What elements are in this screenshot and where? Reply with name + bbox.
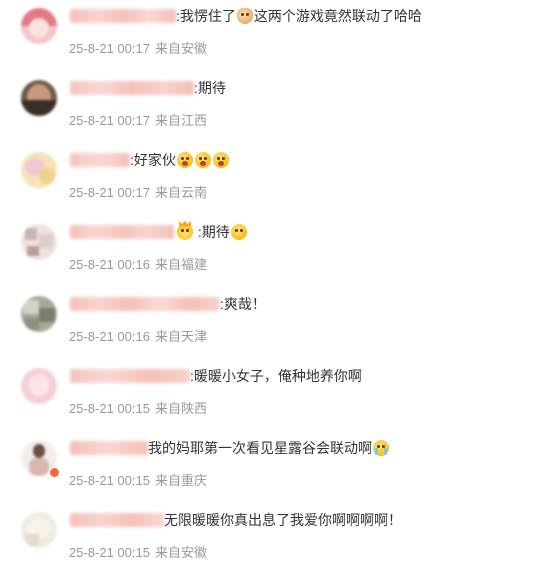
comment-text: 我的妈耶第一次看见星露谷会联动啊 (148, 438, 390, 458)
comment-item: 我的妈耶第一次看见星露谷会联动啊 25-8-21 00:15 来自重庆 (0, 440, 553, 500)
comment-item: :我愣住了 这两个游戏竟然联动了哈哈 25-8-21 00:17 来自安徽 (0, 8, 553, 68)
comment-text-part: 无限暖暖你真出息了我爱你啊啊啊啊！ (164, 512, 402, 528)
hug-face-emoji-icon (230, 224, 247, 240)
comment-text-part: :爽哉！ (220, 296, 266, 312)
comment-time: 25-8-21 00:17 (69, 113, 150, 128)
comment-location: 来自安徽 (154, 545, 207, 560)
user-level-badge (49, 467, 60, 478)
comment-text-part: :期待 (194, 224, 230, 240)
username-blurred[interactable] (70, 81, 194, 95)
comment-text-part: :暖暖小女子，俺种地养你啊 (190, 368, 362, 384)
comment-time: 25-8-21 00:15 (69, 401, 150, 416)
shocked-face-emoji-icon (176, 152, 193, 168)
comment-time: 25-8-21 00:15 (69, 473, 150, 488)
avatar[interactable] (21, 80, 57, 116)
comment-location: 来自福建 (154, 257, 207, 272)
avatar[interactable] (21, 512, 57, 548)
comment-time: 25-8-21 00:17 (69, 185, 150, 200)
comment-time: 25-8-21 00:17 (69, 41, 150, 56)
comment-meta: 25-8-21 00:16 来自天津 (69, 328, 207, 346)
shocked-face-emoji-icon (194, 152, 211, 168)
comment-text-part: :我愣住了 (176, 8, 236, 24)
comment-meta: 25-8-21 00:17 来自安徽 (69, 40, 207, 58)
comment-location: 来自陕西 (154, 401, 207, 416)
comment-location: 来自云南 (154, 185, 207, 200)
comment-meta: 25-8-21 00:17 来自云南 (69, 184, 207, 202)
username-blurred[interactable] (70, 369, 190, 383)
username-blurred[interactable] (70, 441, 148, 455)
comment-item: :期待 25-8-21 00:16 来自福建 (0, 224, 553, 284)
comment-location: 来自天津 (154, 329, 207, 344)
username-blurred[interactable] (70, 297, 220, 311)
comment-item: :好家伙 25-8-21 00:17 来自云南 (0, 152, 553, 212)
avatar[interactable] (21, 224, 57, 260)
avatar[interactable] (21, 152, 57, 188)
comment-meta: 25-8-21 00:17 来自江西 (69, 112, 207, 130)
comment-location: 来自重庆 (154, 473, 207, 488)
dog-face-emoji-icon (236, 8, 253, 24)
username-blurred[interactable] (70, 153, 130, 167)
comment-text-part: 这两个游戏竟然联动了哈哈 (253, 8, 422, 24)
avatar[interactable] (21, 8, 57, 44)
comment-text-part: :期待 (194, 80, 226, 96)
comment-time: 25-8-21 00:15 (69, 545, 150, 560)
comment-list: :我愣住了 这两个游戏竟然联动了哈哈 25-8-21 00:17 来自安徽 :期待 … (0, 0, 553, 568)
comment-meta: 25-8-21 00:15 来自陕西 (69, 400, 207, 418)
comment-item: :期待 25-8-21 00:17 来自江西 (0, 80, 553, 140)
username-blurred[interactable] (70, 9, 176, 23)
comment-meta: 25-8-21 00:16 来自福建 (69, 256, 207, 274)
comment-meta: 25-8-21 00:15 来自重庆 (69, 472, 207, 490)
comment-location: 来自江西 (154, 113, 207, 128)
comment-text: :暖暖小女子，俺种地养你啊 (190, 366, 362, 386)
comment-text: :我愣住了 这两个游戏竟然联动了哈哈 (176, 6, 422, 26)
comment-item: :暖暖小女子，俺种地养你啊 25-8-21 00:15 来自陕西 (0, 368, 553, 428)
shocked-face-emoji-icon (212, 152, 229, 168)
comment-text: :好家伙 (130, 150, 230, 170)
crying-face-emoji-icon (373, 440, 389, 456)
comment-text-part: 我的妈耶第一次看见星露谷会联动啊 (148, 440, 372, 456)
comment-item: 无限暖暖你真出息了我爱你啊啊啊啊！ 25-8-21 00:15 来自安徽 (0, 512, 553, 572)
comment-item: :爽哉！ 25-8-21 00:16 来自天津 (0, 296, 553, 356)
comment-text: 无限暖暖你真出息了我爱你啊啊啊啊！ (164, 510, 402, 530)
comment-location: 来自安徽 (154, 41, 207, 56)
username-blurred[interactable] (70, 225, 174, 239)
comment-time: 25-8-21 00:16 (69, 257, 150, 272)
comment-text-part: :好家伙 (130, 152, 176, 168)
comment-meta: 25-8-21 00:15 来自安徽 (69, 544, 207, 562)
comment-text: :期待 (194, 78, 226, 98)
avatar[interactable] (21, 296, 57, 332)
comment-text: :期待 (176, 222, 248, 242)
avatar[interactable] (21, 368, 57, 404)
comment-time: 25-8-21 00:16 (69, 329, 150, 344)
crown-emoji-icon (177, 224, 193, 240)
comment-text: :爽哉！ (220, 294, 266, 314)
username-blurred[interactable] (70, 513, 164, 527)
